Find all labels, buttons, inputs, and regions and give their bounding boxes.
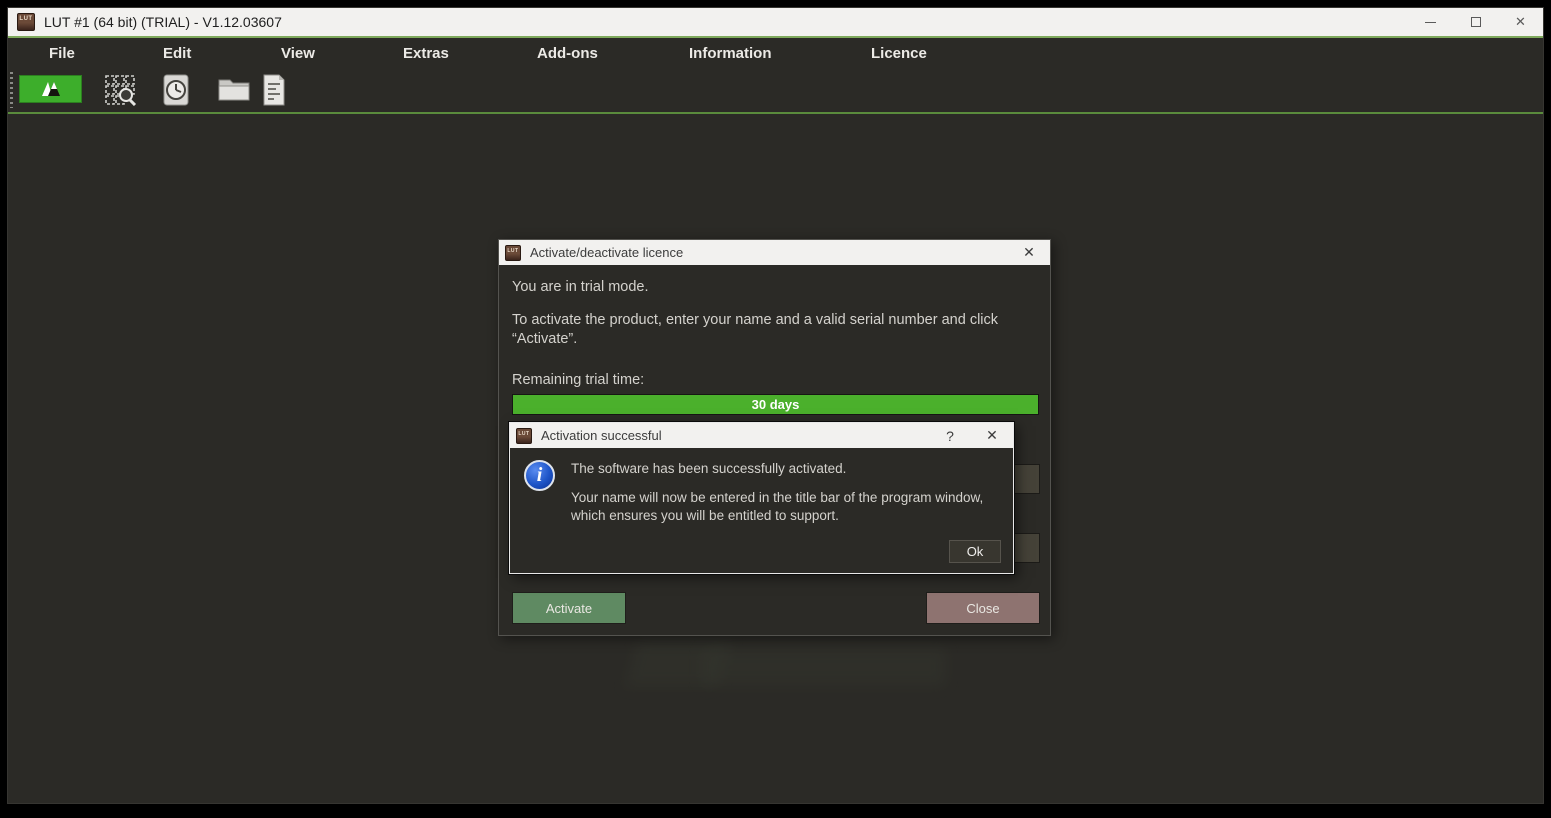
grid-search-button[interactable]	[104, 74, 137, 106]
menu-edit[interactable]: Edit	[163, 38, 191, 69]
lut-logo-icon	[41, 82, 60, 96]
history-button[interactable]	[161, 74, 191, 106]
grid-search-icon	[105, 75, 137, 106]
menu-view[interactable]: View	[281, 38, 315, 69]
close-dialog-button[interactable]: Close	[926, 592, 1040, 624]
app-logo-icon: LUT	[17, 13, 35, 31]
toolbar-accent-line	[8, 112, 1543, 114]
app-logo-icon: LUT	[505, 244, 521, 261]
close-icon: ✕	[986, 427, 998, 443]
activation-dialog-controls: ? ✕	[929, 423, 1013, 448]
trial-time-progressbar: 30 days	[512, 394, 1039, 415]
window-titlebar[interactable]: LUT LUT #1 (64 bit) (TRIAL) - V1.12.0360…	[8, 8, 1543, 36]
serial-input-partial[interactable]	[1014, 533, 1040, 563]
close-icon: ✕	[1515, 14, 1526, 29]
trial-mode-text: You are in trial mode.	[512, 279, 649, 295]
minimize-icon	[1425, 21, 1436, 23]
toolbar	[8, 69, 1543, 112]
app-window: LUT LUT #1 (64 bit) (TRIAL) - V1.12.0360…	[7, 7, 1544, 804]
activation-dialog-title: Activation successful	[541, 428, 662, 443]
trial-time-value: 30 days	[751, 397, 800, 412]
activation-message-primary: The software has been successfully activ…	[571, 461, 847, 476]
maximize-button[interactable]	[1453, 8, 1498, 36]
activate-button[interactable]: Activate	[512, 592, 626, 624]
open-folder-button[interactable]	[217, 74, 251, 102]
close-icon: ✕	[1023, 244, 1035, 260]
activation-dialog-close-button[interactable]: ✕	[971, 423, 1013, 448]
name-input-partial[interactable]	[1014, 464, 1040, 494]
app-logo-icon: LUT	[516, 427, 532, 444]
folder-icon	[218, 79, 250, 101]
document-icon	[263, 74, 285, 106]
menu-extras[interactable]: Extras	[403, 38, 449, 69]
menu-information[interactable]: Information	[689, 38, 772, 69]
document-button[interactable]	[261, 74, 287, 106]
activation-success-dialog: LUT Activation successful ? ✕ i The soft…	[509, 422, 1014, 574]
activation-instructions: To activate the product, enter your name…	[512, 312, 999, 347]
info-icon: i	[524, 460, 555, 491]
remaining-trial-label: Remaining trial time:	[512, 372, 645, 388]
maximize-icon	[1470, 17, 1481, 27]
minimize-button[interactable]	[1408, 8, 1453, 36]
logo-toggle-button[interactable]	[19, 75, 82, 103]
activation-dialog-titlebar[interactable]: LUT Activation successful ? ✕	[510, 423, 1013, 448]
close-button[interactable]: ✕	[1498, 8, 1543, 36]
toolbar-grip-handle[interactable]	[10, 72, 13, 108]
help-button[interactable]: ?	[929, 423, 971, 448]
menu-addons[interactable]: Add-ons	[537, 38, 598, 69]
licence-dialog-controls: ✕	[1008, 240, 1050, 265]
licence-dialog-titlebar[interactable]: LUT Activate/deactivate licence ✕	[499, 240, 1050, 265]
licence-dialog-close-button[interactable]: ✕	[1008, 240, 1050, 265]
menu-licence[interactable]: Licence	[871, 38, 927, 69]
history-icon	[163, 74, 189, 106]
window-controls: ✕	[1408, 8, 1543, 36]
menu-file[interactable]: File	[49, 38, 75, 69]
help-icon: ?	[946, 427, 954, 444]
background-watermark	[701, 648, 946, 686]
ok-button[interactable]: Ok	[949, 540, 1001, 563]
licence-dialog-title: Activate/deactivate licence	[530, 245, 684, 260]
window-title: LUT #1 (64 bit) (TRIAL) - V1.12.03607	[44, 14, 282, 30]
menubar: File Edit View Extras Add-ons Informatio…	[8, 38, 1543, 69]
activation-message-secondary: Your name will now be entered in the tit…	[571, 490, 984, 523]
